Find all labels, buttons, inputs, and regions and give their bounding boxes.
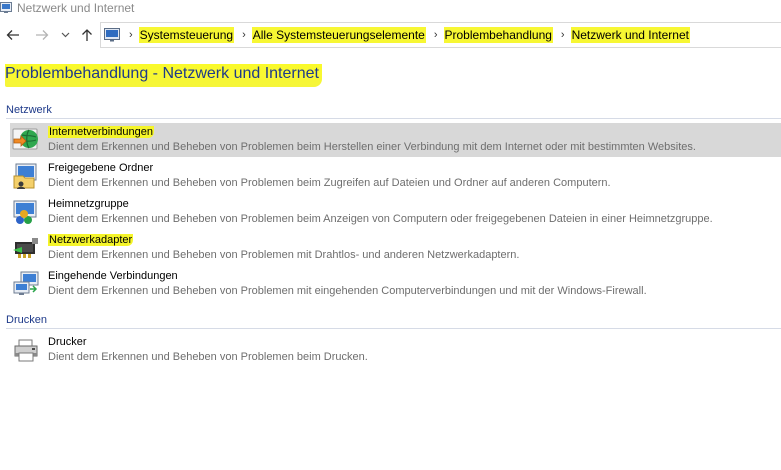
address-bar[interactable]: › Systemsteuerung › Alle Systemsteuerung…: [100, 22, 781, 48]
back-button[interactable]: [5, 27, 21, 43]
printer-icon: [14, 339, 38, 362]
troubleshooter-eingehende-verbindungen[interactable]: Eingehende Verbindungen Dient dem Erkenn…: [10, 267, 781, 301]
item-description: Dient dem Erkennen und Beheben von Probl…: [48, 213, 713, 225]
item-name[interactable]: Internetverbindungen: [48, 126, 154, 138]
section-label: Netzwerk: [6, 104, 52, 116]
section-netzwerk: Netzwerk Internetverbindungen Dient dem …: [0, 104, 781, 304]
breadcrumb-separator-icon[interactable]: ›: [561, 29, 565, 41]
breadcrumb-problembehandlung[interactable]: Problembehandlung: [443, 27, 553, 43]
troubleshooter-heimnetzgruppe[interactable]: Heimnetzgruppe Dient dem Erkennen und Be…: [10, 195, 781, 229]
incoming-connections-icon: [13, 271, 39, 295]
item-description: Dient dem Erkennen und Beheben von Probl…: [48, 351, 368, 363]
recent-locations-button[interactable]: [59, 27, 71, 43]
item-name[interactable]: Heimnetzgruppe: [48, 198, 129, 210]
breadcrumb-separator-icon[interactable]: ›: [129, 29, 133, 41]
back-arrow-icon: [6, 30, 19, 40]
breadcrumb-netzwerk-und-internet[interactable]: Netzwerk und Internet: [570, 27, 690, 43]
breadcrumb-alle-elemente[interactable]: Alle Systemsteuerungselemente: [251, 27, 426, 43]
troubleshooter-netzwerkadapter[interactable]: Netzwerkadapter Dient dem Erkennen und B…: [10, 231, 781, 265]
globe-network-icon: [12, 128, 38, 150]
shared-folder-icon: [13, 163, 37, 189]
troubleshooter-internetverbindungen[interactable]: Internetverbindungen Dient dem Erkennen …: [10, 123, 781, 157]
up-button[interactable]: [79, 27, 95, 43]
breadcrumb-systemsteuerung[interactable]: Systemsteuerung: [138, 27, 235, 43]
section-drucken: Drucken Drucker Dient dem Erkennen und B…: [0, 314, 781, 374]
item-description: Dient dem Erkennen und Beheben von Probl…: [48, 285, 647, 297]
breadcrumb-separator-icon[interactable]: ›: [434, 29, 438, 41]
section-divider: [6, 328, 781, 329]
chevron-down-icon: [61, 32, 69, 38]
network-adapter-icon: [13, 238, 38, 258]
forward-button[interactable]: [34, 27, 50, 43]
item-name[interactable]: Eingehende Verbindungen: [48, 270, 178, 282]
page-title: Problembehandlung - Netzwerk und Interne…: [5, 64, 322, 87]
item-name[interactable]: Netzwerkadapter: [48, 234, 134, 246]
breadcrumb-separator-icon[interactable]: ›: [242, 29, 246, 41]
title-bar: Netzwerk und Internet: [0, 0, 781, 18]
item-description: Dient dem Erkennen und Beheben von Probl…: [48, 249, 520, 261]
control-panel-icon: [0, 2, 12, 13]
item-name[interactable]: Drucker: [48, 336, 87, 348]
item-name[interactable]: Freigegebene Ordner: [48, 162, 153, 174]
breadcrumb: › Systemsteuerung › Alle Systemsteuerung…: [125, 23, 690, 47]
section-header: Netzwerk: [0, 104, 781, 120]
troubleshooter-freigegebene-ordner[interactable]: Freigegebene Ordner Dient dem Erkennen u…: [10, 159, 781, 193]
control-panel-icon: [104, 28, 120, 42]
item-description: Dient dem Erkennen und Beheben von Probl…: [48, 141, 696, 153]
section-header: Drucken: [0, 314, 781, 330]
forward-arrow-icon: [36, 30, 49, 40]
window-title: Netzwerk und Internet: [17, 1, 135, 15]
troubleshooter-drucker[interactable]: Drucker Dient dem Erkennen und Beheben v…: [10, 333, 781, 367]
item-description: Dient dem Erkennen und Beheben von Probl…: [48, 177, 611, 189]
section-label: Drucken: [6, 314, 47, 326]
homegroup-icon: [13, 200, 37, 224]
up-arrow-icon: [82, 29, 92, 41]
section-divider: [6, 118, 781, 119]
